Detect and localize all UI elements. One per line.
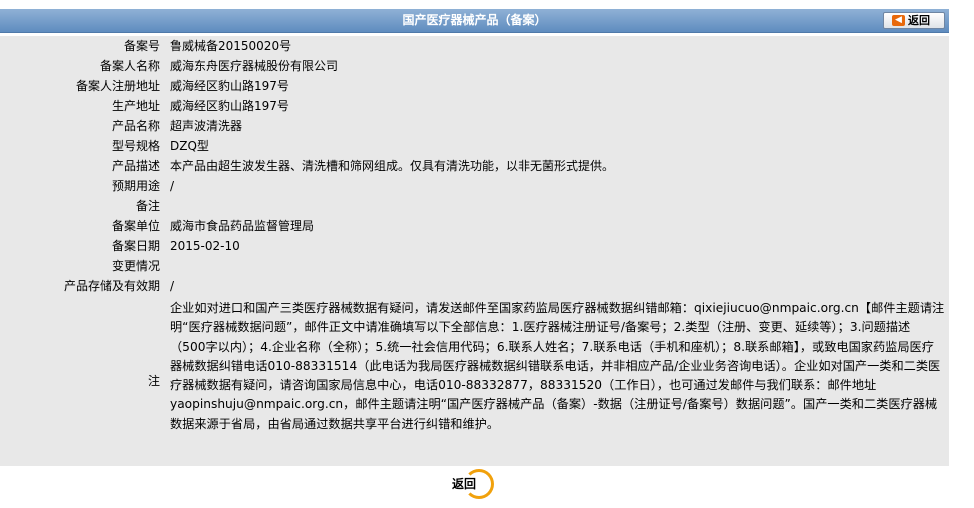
- table-row: 产品名称 超声波清洗器: [0, 116, 949, 136]
- field-label: 备案日期: [111, 239, 160, 253]
- table-row: 备注: [0, 196, 949, 216]
- field-label: 备案号: [123, 39, 160, 53]
- table-row: 备案日期 2015-02-10: [0, 236, 949, 256]
- back-button-label: 返回: [908, 14, 930, 27]
- table-row: 产品存储及有效期 /: [0, 276, 949, 296]
- field-label: 生产地址: [111, 99, 160, 113]
- field-label: 备案单位: [111, 219, 160, 233]
- field-value: 威海东舟医疗器械股份有限公司: [164, 56, 949, 76]
- field-label: 型号规格: [111, 139, 160, 153]
- field-value: 威海市食品药品监督管理局: [164, 216, 949, 236]
- field-value: 威海经区豹山路197号: [164, 76, 949, 96]
- back-button-top[interactable]: ◀ 返回: [883, 12, 945, 29]
- table-row: 型号规格 DZQ型: [0, 136, 949, 156]
- back-button-bottom-label: 返回: [452, 477, 477, 491]
- table-row: 生产地址 威海经区豹山路197号: [0, 96, 949, 116]
- field-value: [164, 256, 949, 276]
- detail-panel: 国产医疗器械产品（备案） ◀ 返回 备案号 鲁威械备20150020号 备案人名…: [0, 9, 949, 499]
- field-label: 预期用途: [111, 179, 160, 193]
- table-row: 变更情况: [0, 256, 949, 276]
- field-label: 产品存储及有效期: [63, 279, 160, 293]
- table-row: 备案号 鲁威械备20150020号: [0, 36, 949, 56]
- field-label: 产品名称: [111, 119, 160, 133]
- field-value: 鲁威械备20150020号: [164, 36, 949, 56]
- field-value: /: [164, 176, 949, 196]
- field-label: 备案人名称: [99, 59, 160, 73]
- back-arrow-icon: ◀: [892, 15, 905, 26]
- table-row: 产品描述 本产品由超生波发生器、清洗槽和筛网组成。仅具有清洗功能，以非无菌形式提…: [0, 156, 949, 176]
- table-row: 备案单位 威海市食品药品监督管理局: [0, 216, 949, 236]
- field-label: 产品描述: [111, 159, 160, 173]
- back-button-bottom[interactable]: 返回: [450, 467, 498, 501]
- table-row: 备案人注册地址 威海经区豹山路197号: [0, 76, 949, 96]
- panel-header: 国产医疗器械产品（备案） ◀ 返回: [0, 9, 949, 33]
- field-label: 变更情况: [111, 259, 160, 273]
- field-value: 本产品由超生波发生器、清洗槽和筛网组成。仅具有清洗功能，以非无菌形式提供。: [164, 156, 949, 176]
- note-label: 注: [147, 374, 160, 388]
- field-value: /: [164, 276, 949, 296]
- field-value: 威海经区豹山路197号: [164, 96, 949, 116]
- field-label: 备注: [135, 199, 160, 213]
- page-title: 国产医疗器械产品（备案）: [402, 13, 547, 27]
- note-text: 企业如对进口和国产三类医疗器械数据有疑问，请发送邮件至国家药监局医疗器械数据纠错…: [164, 296, 949, 466]
- field-value: [164, 196, 949, 216]
- field-label: 备案人注册地址: [75, 79, 160, 93]
- note-row: 注 企业如对进口和国产三类医疗器械数据有疑问，请发送邮件至国家药监局医疗器械数据…: [0, 296, 949, 466]
- table-row: 预期用途 /: [0, 176, 949, 196]
- field-value: 超声波清洗器: [164, 116, 949, 136]
- field-value: 2015-02-10: [164, 236, 949, 256]
- field-value: DZQ型: [164, 136, 949, 156]
- detail-table: 备案号 鲁威械备20150020号 备案人名称 威海东舟医疗器械股份有限公司 备…: [0, 36, 949, 466]
- table-row: 备案人名称 威海东舟医疗器械股份有限公司: [0, 56, 949, 76]
